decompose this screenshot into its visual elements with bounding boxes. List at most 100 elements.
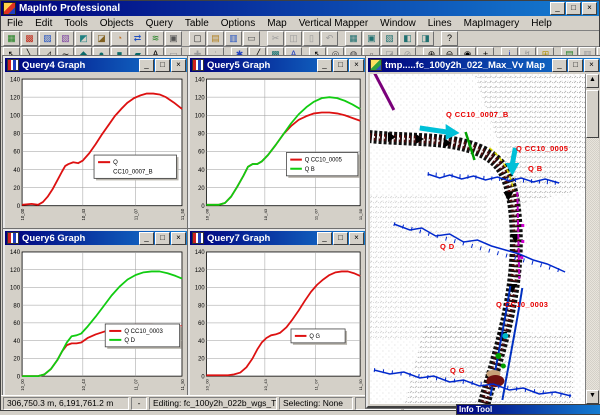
save-table-button[interactable]: ▥	[225, 31, 242, 46]
scroll-down-button[interactable]: ▼	[586, 390, 599, 404]
status-coordinates: 306,750.3 m, 6,191,761.2 m	[3, 397, 129, 410]
app-title-bar[interactable]: MapInfo Professional _ □ ×	[1, 1, 599, 16]
vm-point-to-grid-button[interactable]: ▨	[39, 31, 56, 46]
vm-region-to-grid-button[interactable]: ◪	[93, 31, 110, 46]
map-window: tmp.....fc_100y2h_022_Max_Vv Map _ □ ×	[366, 56, 600, 408]
new-layout-button[interactable]: ◧	[399, 31, 416, 46]
query7-title-bar[interactable]: Query7 Graph _ □ ×	[190, 231, 366, 245]
new-table-button[interactable]: ▢	[189, 31, 206, 46]
map-window-icon	[370, 59, 382, 71]
menu-item-help[interactable]: Help	[525, 18, 558, 29]
svg-text:80: 80	[13, 132, 20, 138]
menu-item-tools[interactable]: Tools	[58, 18, 93, 29]
map-vertical-scrollbar[interactable]: ▲ ▼	[585, 74, 599, 404]
status-selecting: Selecting: None	[279, 397, 353, 410]
print-button[interactable]: ▭	[243, 31, 260, 46]
svg-text:10_43: 10_43	[81, 378, 86, 390]
svg-text:11_50: 11_50	[180, 208, 185, 220]
query4-maximize-button[interactable]: □	[155, 59, 170, 72]
query6-minimize-button[interactable]: _	[139, 232, 154, 245]
map-close-button[interactable]: ×	[584, 59, 599, 72]
query6-close-button[interactable]: ×	[171, 232, 186, 245]
new-browser-button[interactable]: ▦	[345, 31, 362, 46]
cut-button[interactable]: ✂	[267, 31, 284, 46]
graph-window-icon	[7, 232, 19, 244]
vm-contour-button[interactable]: ◔	[111, 31, 128, 46]
scroll-thumb[interactable]	[586, 90, 599, 138]
vm-terrain-button[interactable]: ≋	[147, 31, 164, 46]
vm-grid-manager-button[interactable]: ▦	[3, 31, 20, 46]
menu-item-edit[interactable]: Edit	[29, 18, 58, 29]
map-label-q-g: Q G	[450, 366, 465, 375]
svg-text:10_43: 10_43	[81, 208, 86, 220]
menu-item-map[interactable]: Map	[261, 18, 292, 29]
vm-cross-section-button[interactable]: ◩	[75, 31, 92, 46]
map-maximize-button[interactable]: □	[568, 59, 583, 72]
query5-graph-window: Query5 Graph _ □ × 02040608010012014010_…	[188, 56, 368, 231]
menu-item-window[interactable]: Window	[374, 18, 422, 29]
menu-item-mapimagery[interactable]: MapImagery	[458, 18, 526, 29]
new-grapher-button[interactable]: ▧	[381, 31, 398, 46]
query7-close-button[interactable]: ×	[349, 232, 364, 245]
query7-graph-window: Query7 Graph _ □ × 02040608010012014010_…	[188, 229, 368, 401]
query5-title-bar[interactable]: Query5 Graph _ □ ×	[190, 58, 366, 72]
new-mapper-button[interactable]: ▣	[363, 31, 380, 46]
app-close-button[interactable]: ×	[582, 2, 597, 15]
menu-item-query[interactable]: Query	[140, 18, 179, 29]
scroll-up-button[interactable]: ▲	[586, 74, 599, 88]
menu-item-options[interactable]: Options	[215, 18, 261, 29]
menu-item-lines[interactable]: Lines	[422, 18, 458, 29]
mapinfo-logo-icon	[3, 2, 16, 15]
query5-minimize-button[interactable]: _	[317, 59, 332, 72]
svg-text:80: 80	[13, 303, 20, 309]
query6-title-bar[interactable]: Query6 Graph _ □ ×	[5, 231, 188, 245]
query6-maximize-button[interactable]: □	[155, 232, 170, 245]
scroll-track[interactable]	[586, 138, 599, 390]
svg-text:11_50: 11_50	[180, 378, 185, 390]
map-canvas[interactable]: Q CC10_0007_B Q CC10_0005 Q B Q D Q CC10…	[370, 74, 585, 404]
menu-item-file[interactable]: File	[1, 18, 29, 29]
app-maximize-button[interactable]: □	[566, 2, 581, 15]
query4-title-bar[interactable]: Query4 Graph _ □ ×	[5, 58, 188, 72]
map-minimize-button[interactable]: _	[552, 59, 567, 72]
open-table-button[interactable]: ▤	[207, 31, 224, 46]
svg-text:60: 60	[198, 321, 205, 327]
menu-item-vertical-mapper[interactable]: Vertical Mapper	[293, 18, 374, 29]
graph-window-icon	[7, 59, 19, 71]
paste-button[interactable]: ▯	[303, 31, 320, 46]
query6-chart: 02040608010012014010_0010_4311_0711_50Q …	[7, 247, 186, 397]
menu-item-objects[interactable]: Objects	[94, 18, 140, 29]
svg-text:Q CC10_0003: Q CC10_0003	[124, 329, 163, 335]
vm-drape-button[interactable]: ▣	[165, 31, 182, 46]
menu-item-table[interactable]: Table	[179, 18, 215, 29]
app-title: MapInfo Professional	[19, 3, 550, 14]
app-minimize-button[interactable]: _	[550, 2, 565, 15]
vm-flow-button[interactable]: ⇄	[129, 31, 146, 46]
query5-maximize-button[interactable]: □	[333, 59, 348, 72]
svg-text:11_07: 11_07	[314, 378, 319, 390]
menu-bar: FileEditToolsObjectsQueryTableOptionsMap…	[1, 16, 599, 31]
graph-window-icon	[192, 59, 204, 71]
svg-text:Q G: Q G	[309, 334, 320, 340]
status-zoom-indicator[interactable]: -	[131, 397, 147, 410]
query6-graph-window: Query6 Graph _ □ × 02040608010012014010_…	[3, 229, 190, 401]
query4-close-button[interactable]: ×	[171, 59, 186, 72]
svg-text:80: 80	[198, 303, 205, 309]
query5-chart: 02040608010012014010_0010_4311_0711_50Q …	[192, 74, 364, 227]
help-context-button[interactable]: ?	[441, 31, 458, 46]
svg-text:10_43: 10_43	[263, 208, 268, 220]
query7-maximize-button[interactable]: □	[333, 232, 348, 245]
vm-create-grid-button[interactable]: ▩	[21, 31, 38, 46]
query4-title: Query4 Graph	[22, 60, 139, 71]
vm-grid-info-button[interactable]: ▧	[57, 31, 74, 46]
copy-button[interactable]: ◫	[285, 31, 302, 46]
svg-text:11_50: 11_50	[358, 208, 363, 220]
query4-minimize-button[interactable]: _	[139, 59, 154, 72]
map-title-bar[interactable]: tmp.....fc_100y2h_022_Max_Vv Map _ □ ×	[368, 58, 600, 72]
new-redistrict-button[interactable]: ◨	[417, 31, 434, 46]
info-tool-window[interactable]: Info Tool	[456, 404, 600, 415]
undo-button[interactable]: ↶	[321, 31, 338, 46]
status-editing[interactable]: Editing: fc_100y2h_022b_wgs_TS	[149, 397, 277, 410]
query5-close-button[interactable]: ×	[349, 59, 364, 72]
query7-minimize-button[interactable]: _	[317, 232, 332, 245]
